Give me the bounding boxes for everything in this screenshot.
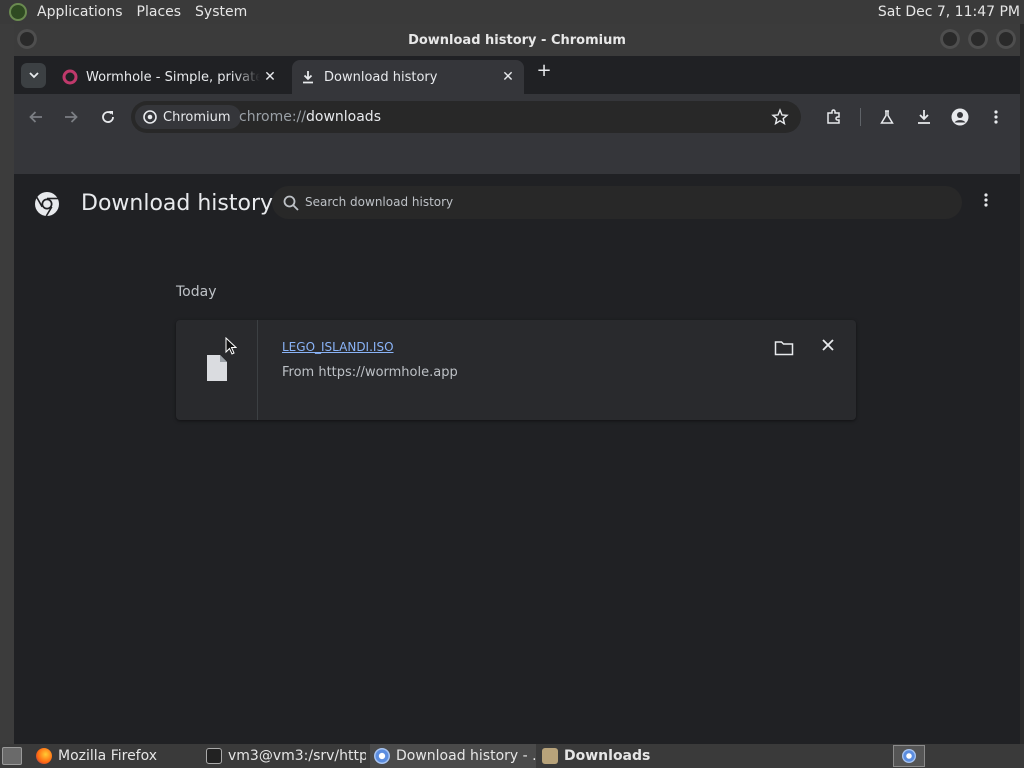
remove-download-button[interactable] bbox=[819, 338, 837, 356]
folder-icon bbox=[542, 748, 558, 764]
site-info-chip[interactable]: Chromium bbox=[135, 105, 241, 129]
url-host: downloads bbox=[306, 109, 381, 125]
close-window-button[interactable] bbox=[996, 29, 1016, 49]
places-menu[interactable]: Places bbox=[130, 0, 189, 24]
download-icon bbox=[300, 69, 316, 85]
taskbar-item-terminal[interactable]: vm3@vm3:/srv/http bbox=[206, 744, 366, 768]
downloads-button[interactable] bbox=[912, 105, 936, 129]
gnome-foot-icon[interactable] bbox=[9, 3, 27, 21]
reload-button[interactable] bbox=[96, 105, 120, 129]
arrow-right-icon bbox=[65, 111, 78, 123]
page-header: Download history Search download history bbox=[14, 174, 1020, 234]
workspace-switcher[interactable] bbox=[893, 745, 925, 767]
labs-button[interactable] bbox=[875, 105, 899, 129]
chromium-icon bbox=[143, 110, 157, 124]
kebab-menu-icon bbox=[984, 193, 988, 207]
downloads-page: Download history Search download history… bbox=[14, 174, 1020, 744]
tab-strip: Wormhole - Simple, private file sharing … bbox=[14, 56, 1020, 94]
top-panel: Applications Places System Sat Dec 7, 11… bbox=[0, 0, 1024, 24]
flask-icon bbox=[880, 110, 894, 124]
minimize-button[interactable] bbox=[940, 29, 960, 49]
folder-icon bbox=[774, 341, 794, 356]
extensions-button[interactable] bbox=[822, 105, 846, 129]
task-label: Downloads bbox=[564, 748, 651, 764]
puzzle-icon bbox=[827, 109, 840, 124]
task-label: vm3@vm3:/srv/http bbox=[228, 748, 366, 764]
search-input[interactable]: Search download history bbox=[272, 186, 962, 219]
chromium-icon bbox=[902, 749, 916, 763]
chip-label: Chromium bbox=[163, 109, 231, 125]
page-menu-button[interactable] bbox=[979, 192, 993, 216]
terminal-icon bbox=[206, 748, 222, 764]
search-icon bbox=[283, 195, 299, 211]
url-text[interactable]: chrome://downloads bbox=[239, 101, 381, 133]
mouse-cursor-icon bbox=[225, 337, 237, 355]
show-desktop-button[interactable] bbox=[2, 747, 22, 765]
task-label: Download history - ... bbox=[396, 748, 536, 764]
reload-icon bbox=[102, 111, 114, 123]
desktop-background bbox=[0, 24, 14, 744]
taskbar-item-downloads[interactable]: Downloads bbox=[542, 744, 662, 768]
system-menu[interactable]: System bbox=[188, 0, 254, 24]
browser-menu-button[interactable] bbox=[984, 105, 1008, 129]
tab-label: Download history bbox=[324, 69, 438, 85]
browser-toolbar: Chromium chrome://downloads bbox=[14, 94, 1020, 140]
item-divider bbox=[257, 320, 258, 420]
forward-button[interactable] bbox=[59, 105, 83, 129]
close-icon bbox=[822, 339, 834, 351]
file-source: From https://wormhole.app bbox=[282, 365, 458, 380]
page-title: Download history bbox=[81, 191, 274, 216]
kebab-menu-icon bbox=[994, 110, 998, 124]
window-menu-button[interactable] bbox=[17, 29, 37, 49]
task-label: Mozilla Firefox bbox=[58, 748, 158, 764]
maximize-button[interactable] bbox=[968, 29, 988, 49]
taskbar: Mozilla Firefox vm3@vm3:/srv/http Downlo… bbox=[0, 744, 1024, 768]
browser-window: Download history - Chromium Wormhole - S… bbox=[14, 24, 1020, 744]
url-scheme: chrome:// bbox=[239, 109, 306, 125]
star-icon bbox=[771, 108, 789, 126]
tab-search-button[interactable] bbox=[21, 63, 46, 88]
window-title: Download history - Chromium bbox=[408, 33, 626, 48]
bookmark-star-button[interactable] bbox=[771, 108, 789, 126]
bookmarks-bar bbox=[14, 140, 1020, 174]
address-bar[interactable]: Chromium chrome://downloads bbox=[131, 101, 801, 133]
wormhole-favicon-icon bbox=[62, 69, 78, 85]
window-titlebar[interactable]: Download history - Chromium bbox=[14, 24, 1020, 56]
chromium-logo-icon bbox=[35, 192, 59, 217]
chevron-down-icon bbox=[28, 72, 39, 79]
file-name-link[interactable]: LEGO_ISLANDI.ISO bbox=[282, 340, 394, 354]
download-icon bbox=[918, 110, 930, 124]
firefox-icon bbox=[36, 748, 52, 764]
download-item: LEGO_ISLANDI.ISO From https://wormhole.a… bbox=[176, 320, 856, 420]
tab-close-button[interactable]: ✕ bbox=[498, 69, 518, 85]
arrow-left-icon bbox=[29, 111, 42, 123]
profile-button[interactable] bbox=[948, 105, 972, 129]
panel-clock[interactable]: Sat Dec 7, 11:47 PM bbox=[878, 0, 1020, 24]
tab-close-button[interactable]: ✕ bbox=[260, 69, 280, 85]
toolbar-divider bbox=[860, 108, 861, 126]
chromium-icon bbox=[374, 748, 390, 764]
tab-wormhole[interactable]: Wormhole - Simple, private file sharing … bbox=[54, 60, 286, 94]
taskbar-item-chromium[interactable]: Download history - ... bbox=[370, 744, 536, 768]
tab-download-history[interactable]: Download history ✕ bbox=[292, 60, 524, 94]
show-in-folder-button[interactable] bbox=[774, 340, 796, 358]
new-tab-button[interactable]: + bbox=[534, 62, 554, 82]
tab-label: Wormhole - Simple, private file sharing bbox=[86, 69, 260, 85]
date-group-label: Today bbox=[176, 284, 217, 300]
file-icon bbox=[207, 355, 227, 381]
applications-menu[interactable]: Applications bbox=[30, 0, 130, 24]
avatar-icon bbox=[951, 108, 969, 126]
back-button[interactable] bbox=[24, 105, 48, 129]
taskbar-item-firefox[interactable]: Mozilla Firefox bbox=[36, 744, 196, 768]
